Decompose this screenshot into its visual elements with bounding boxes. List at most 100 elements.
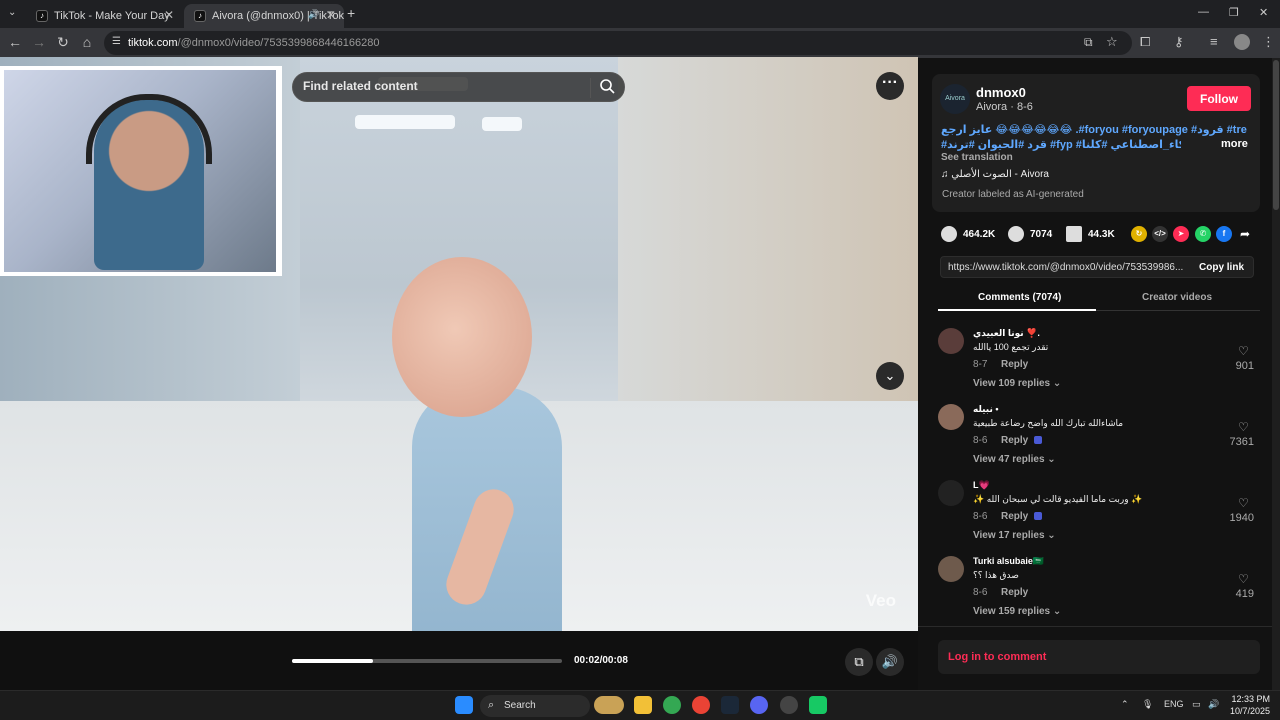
reply-button[interactable]: Reply [1001,435,1028,446]
network-icon[interactable]: ▭ [1192,699,1201,710]
cast-icon[interactable]: ⧉ [1084,35,1093,50]
minimize-button[interactable]: — [1198,6,1209,18]
bookmark-star-icon[interactable]: ☆ [1106,34,1118,50]
comment-stat[interactable]: 7074 [1008,226,1052,242]
bookmark-icon [1066,226,1082,242]
login-to-comment-label[interactable]: Log in to comment [948,651,1046,663]
follow-button[interactable]: Follow [1187,86,1251,111]
send-to-friends-icon[interactable]: ➤ [1173,226,1189,242]
close-icon[interactable]: ✕ [164,8,174,22]
heart-icon[interactable]: ♡ [1238,420,1249,434]
music-title: الصوت الأصلي - Aivora [951,169,1049,180]
volume-icon[interactable]: 🔊 [1208,699,1219,710]
language-indicator[interactable]: ENG [1164,699,1184,709]
share-link-url[interactable]: https://www.tiktok.com/@dnmox0/video/753… [948,262,1186,273]
tab-comments[interactable]: Comments (7074) [978,292,1061,303]
windows-start-icon[interactable] [455,696,473,714]
comment-author[interactable]: نبيله • [973,404,999,415]
heart-icon[interactable]: ♡ [1238,496,1249,510]
login-to-comment-bar[interactable]: Log in to comment [938,640,1260,674]
more-options-button[interactable]: ··· [876,72,904,100]
progress-bar[interactable] [292,659,562,663]
avatar[interactable] [938,404,964,430]
reply-button[interactable]: Reply [1001,359,1028,370]
facebook-icon[interactable]: f [1216,226,1232,242]
share-link-box: https://www.tiktok.com/@dnmox0/video/753… [940,256,1254,278]
site-info-icon[interactable]: ☰ [112,36,121,47]
new-tab-button[interactable]: + [347,5,355,21]
comment-author[interactable]: L💗 [973,480,990,491]
password-key-icon[interactable]: ⚷ [1174,34,1184,50]
save-stat[interactable]: 44.3K [1066,226,1115,242]
repost-icon[interactable]: ↻ [1131,226,1147,242]
microphone-icon[interactable]: 🎙 [1142,699,1153,710]
reload-icon[interactable]: ↻ [54,34,72,51]
ceiling-light [482,117,522,131]
reply-button[interactable]: Reply [1001,587,1028,598]
page-scrollbar[interactable] [1272,58,1280,690]
copy-link-button[interactable]: Copy link [1199,262,1244,273]
back-arrow-icon[interactable]: ← [6,34,24,50]
tray-chevron-icon[interactable]: ⌃ [1121,699,1129,710]
see-translation-link[interactable]: See translation [941,152,1013,163]
view-replies-button[interactable]: View 47 replies ⌄ [973,454,1056,465]
active-tab-indicator [938,309,1096,311]
taskbar-search[interactable]: ⌕ Search [480,695,590,717]
forward-arrow-icon[interactable]: → [30,34,48,50]
embed-code-icon[interactable]: </> [1152,226,1168,242]
reply-button[interactable]: Reply [1001,511,1028,522]
profile-avatar[interactable] [1234,34,1250,50]
clock-time: 12:33 PM [1231,694,1270,704]
avatar[interactable] [938,328,964,354]
tab-list-chevron-icon[interactable]: ⌄ [8,7,16,18]
author-avatar[interactable]: Aivora [940,84,970,114]
progress-fill [292,659,373,663]
browser-tab-2[interactable]: ♪ Aivora (@dnmox0) | TikTok 🔊 ✕ [184,4,344,28]
search-input[interactable] [303,79,573,93]
music-note-icon: ♫ [941,169,952,180]
view-replies-button[interactable]: View 159 replies ⌄ [973,606,1061,617]
whatsapp-icon[interactable]: ✆ [1195,226,1211,242]
tab-title: TikTok - Make Your Day [54,10,170,22]
address-bar[interactable]: ☰ tiktok.com/@dnmox0/video/7535399868446… [104,31,1132,55]
obs-icon[interactable] [780,696,798,714]
floating-player-icon[interactable]: ⧉ [845,648,873,676]
comment-author[interactable]: نونا العبيدي ❣️. [973,328,1040,339]
avatar[interactable] [938,556,964,582]
url-path: /@dnmox0/video/7535399868446166280 [177,37,380,49]
author-username[interactable]: dnmox0 [976,85,1026,100]
discord-icon[interactable] [750,696,768,714]
volume-icon[interactable]: 🔊 [876,648,904,676]
music-row[interactable]: ♫ الصوت الأصلي - Aivora [941,169,1049,180]
tab-creator-videos[interactable]: Creator videos [1142,292,1212,303]
chrome-icon[interactable] [663,696,681,714]
like-stat[interactable]: 464.2K [941,226,995,242]
browser-tab-1[interactable]: ♪ TikTok - Make Your Day ✕ [26,4,182,28]
menu-kebab-icon[interactable]: ⋮ [1262,34,1275,50]
next-video-chevron-icon[interactable]: ⌄ [876,362,904,390]
heart-icon[interactable]: ♡ [1238,344,1249,358]
steam-icon[interactable] [721,696,739,714]
avatar[interactable] [938,480,964,506]
chrome-profile-icon[interactable] [692,696,710,714]
caption-more-link[interactable]: more [1221,138,1248,150]
scrollbar-thumb[interactable] [1273,60,1279,210]
home-icon[interactable]: ⌂ [78,34,96,50]
comment-author[interactable]: Turki alsubaie🇸🇦 [973,556,1044,567]
window-close-button[interactable]: ✕ [1259,6,1268,19]
extensions-icon[interactable]: ⧠ [1140,34,1150,50]
media-control-icon[interactable]: ≡ [1210,34,1218,49]
view-replies-button[interactable]: View 109 replies ⌄ [973,378,1061,389]
search-icon[interactable] [599,78,615,94]
view-replies-button[interactable]: View 17 replies ⌄ [973,530,1056,541]
taskbar-clock[interactable]: 12:33 PM 10/7/2025 [1226,693,1270,717]
app-icon[interactable] [809,696,827,714]
maximize-button[interactable]: ❐ [1229,6,1239,19]
share-arrow-icon[interactable]: ➦ [1237,226,1253,242]
panel-divider [918,626,1272,627]
heart-icon[interactable]: ♡ [1238,572,1249,586]
close-icon[interactable]: ✕ [326,8,336,22]
speaker-icon[interactable]: 🔊 [308,9,319,20]
file-explorer-icon[interactable] [634,696,652,714]
widgets-icon[interactable] [594,696,624,714]
